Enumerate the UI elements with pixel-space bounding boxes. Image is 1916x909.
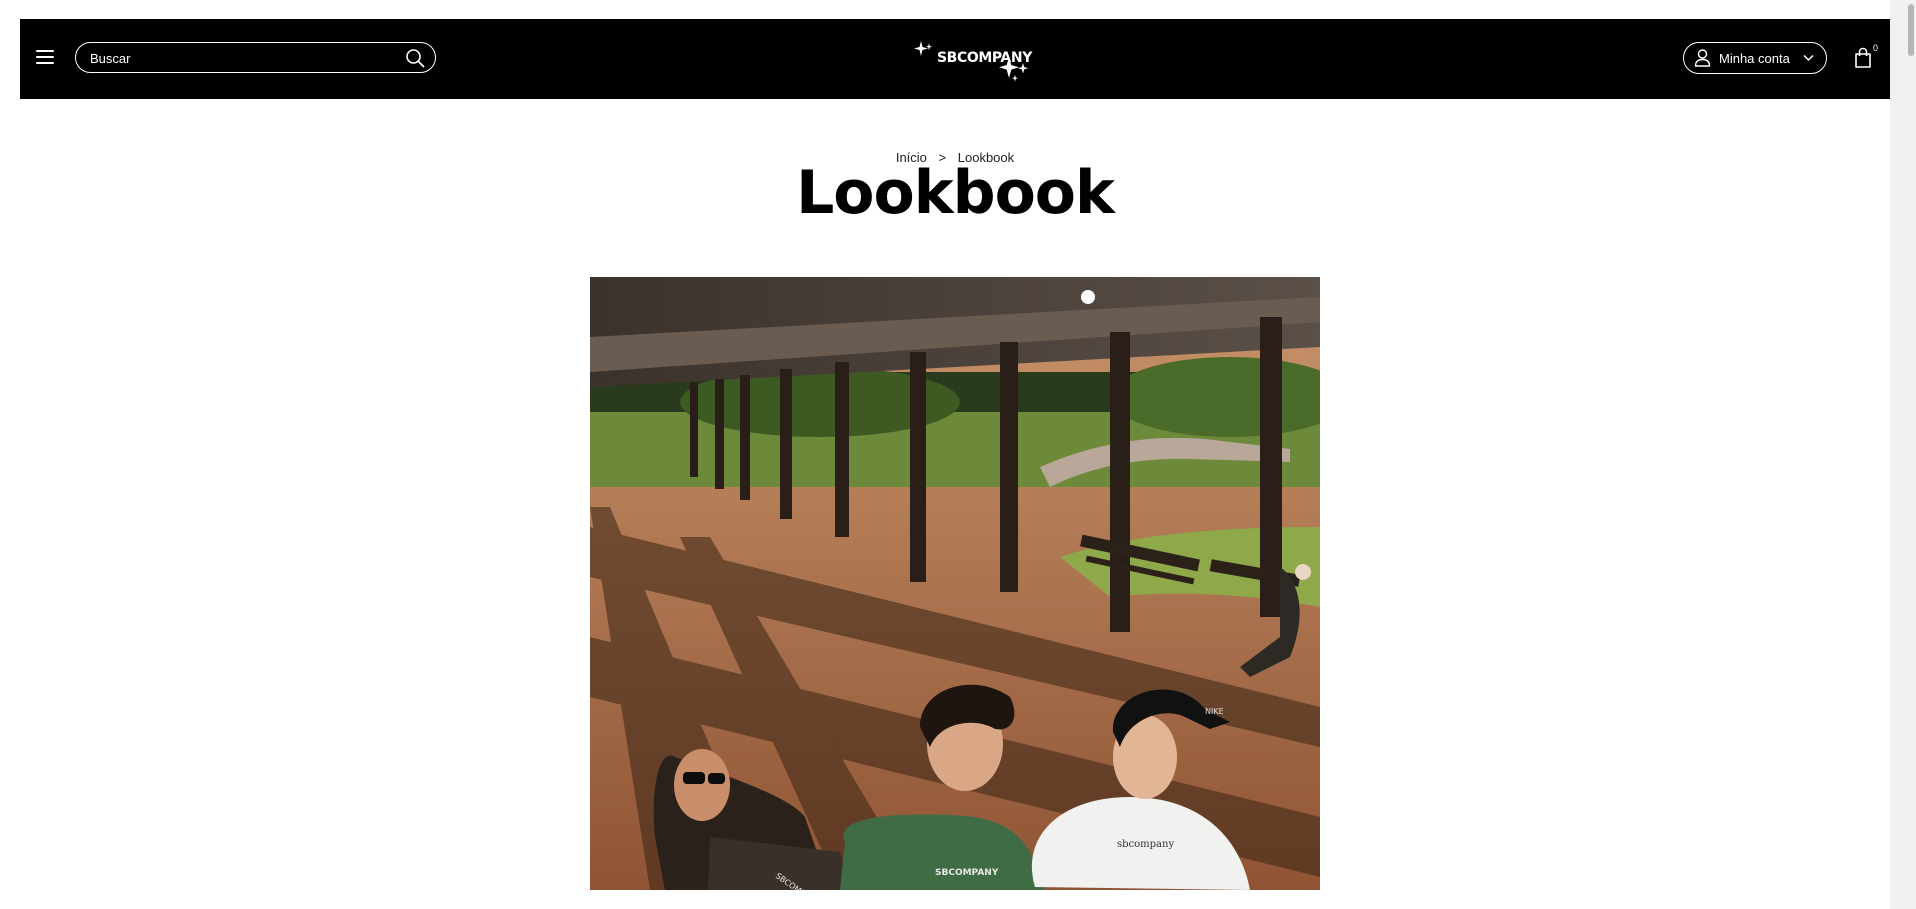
logo-text: SBCOMPANY	[937, 50, 1032, 66]
menu-icon[interactable]	[36, 50, 54, 66]
page: SBCOMPANY Minha conta 0 Início > Lookboo…	[0, 0, 1891, 909]
shopping-bag-icon[interactable]	[1853, 47, 1873, 69]
scrollbar[interactable]	[1890, 0, 1916, 909]
search-input[interactable]	[88, 43, 392, 74]
cap-logo-text: NIKE	[1205, 707, 1224, 716]
my-account-button[interactable]: Minha conta	[1683, 42, 1827, 74]
shirt-print-middle: SBCOMPANY	[935, 868, 999, 878]
page-title: Lookbook	[796, 158, 1115, 228]
scrollbar-thumb[interactable]	[1908, 4, 1914, 56]
search-icon[interactable]	[405, 48, 425, 68]
user-icon	[1694, 49, 1711, 67]
chevron-down-icon	[1803, 54, 1814, 62]
brand-logo[interactable]: SBCOMPANY	[907, 39, 1047, 84]
shirt-print-right: sbcompany	[1117, 839, 1174, 850]
cart-count-badge: 0	[1873, 43, 1879, 53]
lookbook-photo: NIKE SBCOMPANY sbcompany SBCOMPANY	[590, 277, 1320, 890]
my-account-label: Minha conta	[1719, 51, 1790, 66]
top-bar: SBCOMPANY Minha conta 0	[20, 19, 1891, 99]
search-box	[75, 42, 436, 74]
